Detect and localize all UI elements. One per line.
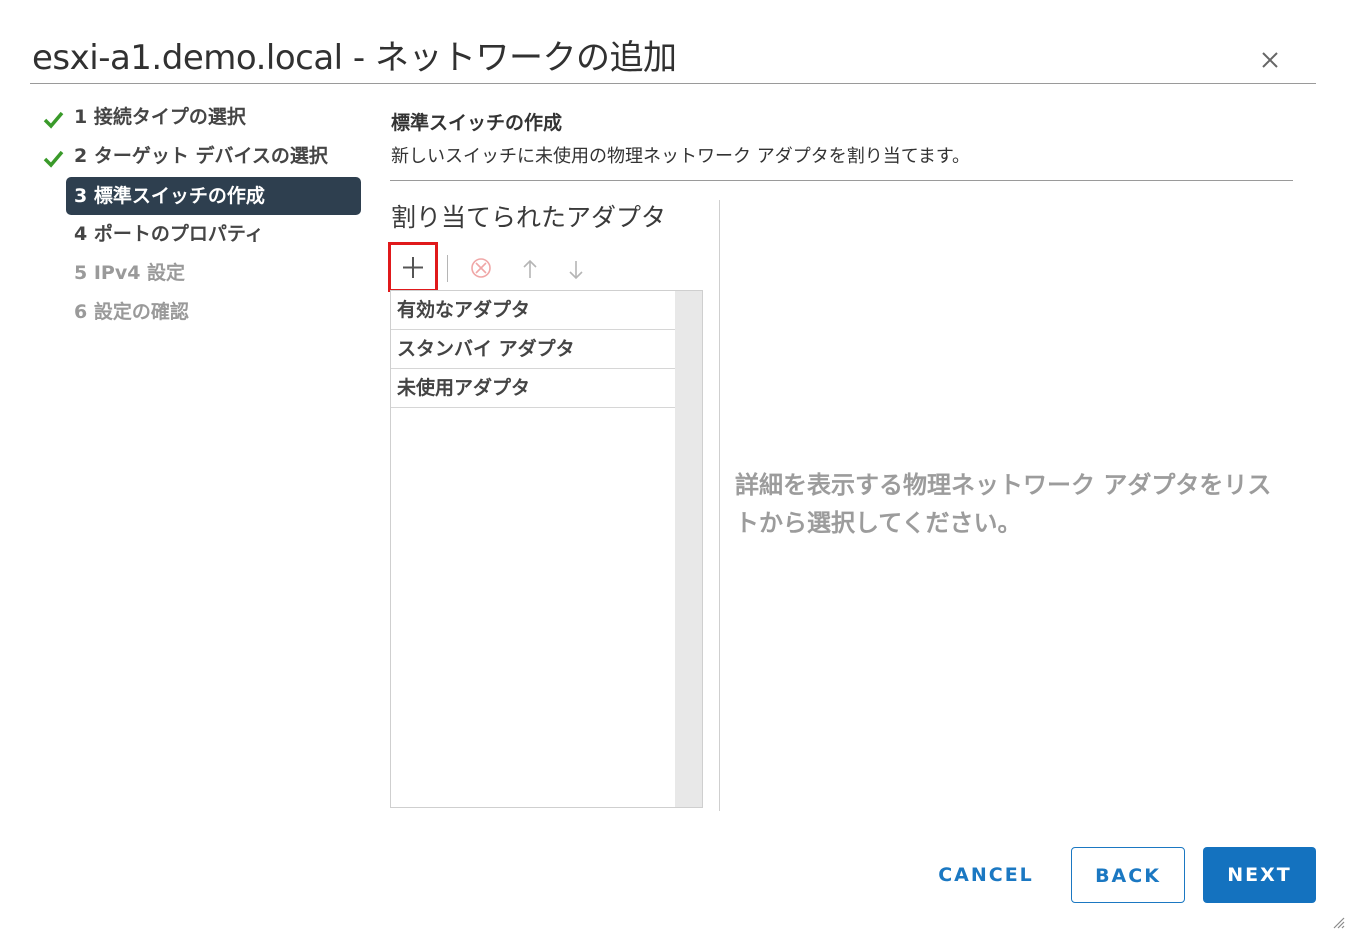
wizard-step-5: 5 IPv4 設定 bbox=[74, 262, 186, 284]
section-title: 標準スイッチの作成 bbox=[391, 112, 563, 134]
check-icon bbox=[43, 150, 64, 168]
adapter-group-unused[interactable]: 未使用アダプタ bbox=[391, 369, 675, 408]
adapter-group-active[interactable]: 有効なアダプタ bbox=[391, 291, 675, 330]
title-divider bbox=[30, 83, 1316, 84]
list-scrollbar[interactable] bbox=[675, 291, 702, 807]
arrow-down-icon[interactable] bbox=[563, 257, 589, 283]
add-adapter-button[interactable] bbox=[388, 242, 438, 292]
back-button[interactable]: BACK bbox=[1071, 847, 1185, 903]
wizard-step-6: 6 設定の確認 bbox=[74, 301, 189, 323]
resize-grip-icon[interactable] bbox=[1331, 915, 1345, 929]
details-placeholder: 詳細を表示する物理ネットワーク アダプタをリストから選択してください。 bbox=[735, 471, 1272, 537]
cancel-button[interactable]: CANCEL bbox=[928, 847, 1044, 903]
wizard-step-3[interactable]: 3 標準スイッチの作成 bbox=[66, 177, 361, 215]
add-network-dialog: esxi-a1.demo.local - ネットワークの追加 1 接続タイプの選… bbox=[0, 0, 1347, 931]
arrow-up-icon[interactable] bbox=[517, 257, 543, 283]
remove-icon[interactable] bbox=[468, 255, 494, 281]
adapter-group-standby[interactable]: スタンバイ アダプタ bbox=[391, 330, 675, 369]
toolbar-separator bbox=[447, 255, 448, 282]
panel-divider bbox=[719, 200, 720, 811]
plus-icon bbox=[403, 257, 423, 278]
wizard-step-2[interactable]: 2 ターゲット デバイスの選択 bbox=[66, 137, 361, 175]
close-icon[interactable] bbox=[1256, 46, 1284, 74]
section-description: 新しいスイッチに未使用の物理ネットワーク アダプタを割り当てます。 bbox=[391, 146, 971, 167]
wizard-step-1[interactable]: 1 接続タイプの選択 bbox=[66, 98, 361, 136]
dialog-title: esxi-a1.demo.local - ネットワークの追加 bbox=[32, 38, 677, 78]
wizard-step-4[interactable]: 4 ポートのプロパティ bbox=[66, 215, 361, 253]
check-icon bbox=[43, 111, 64, 129]
section-divider bbox=[390, 180, 1293, 181]
next-button[interactable]: NEXT bbox=[1203, 847, 1316, 903]
assigned-adapters-heading: 割り当てられたアダプタ bbox=[391, 203, 667, 232]
assigned-adapters-list[interactable]: 有効なアダプタ スタンバイ アダプタ 未使用アダプタ bbox=[390, 290, 703, 808]
